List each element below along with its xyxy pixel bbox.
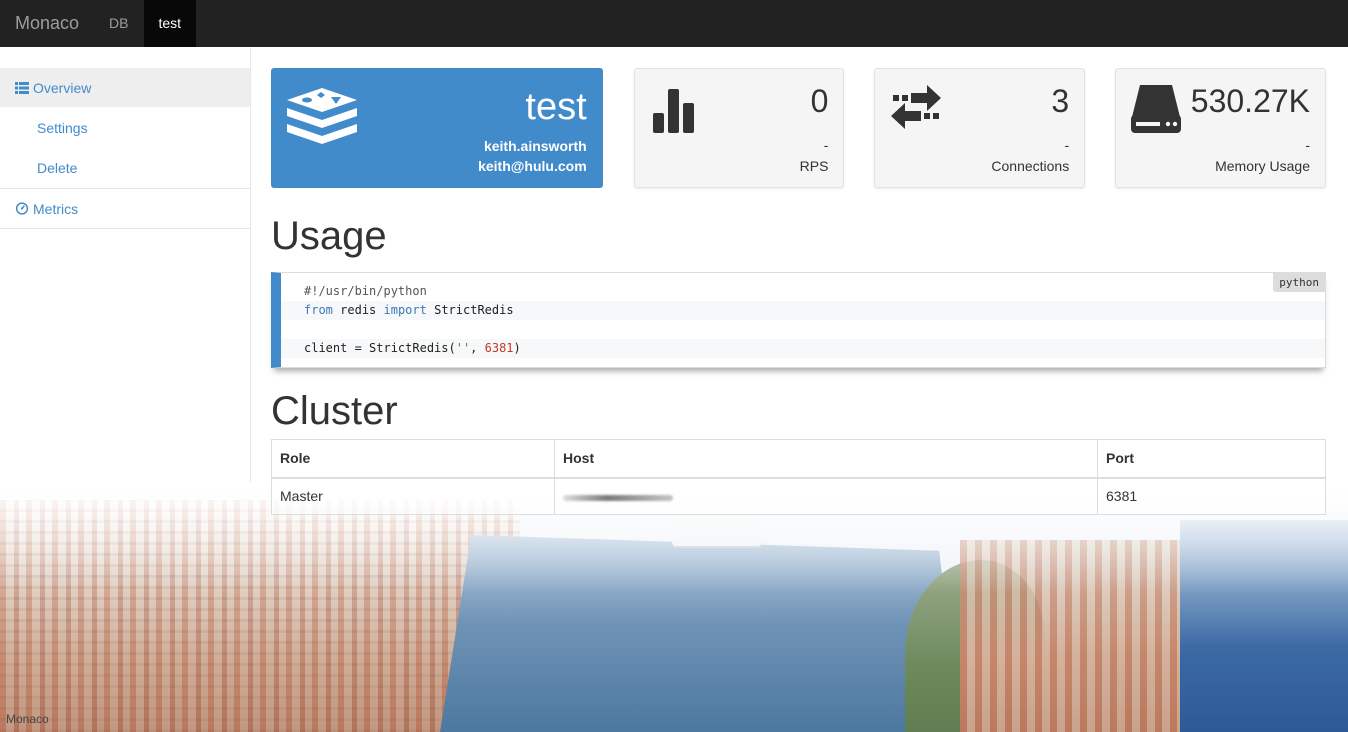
memory-value: 530.27K: [1190, 83, 1310, 119]
nav-item-db[interactable]: DB: [94, 0, 143, 47]
code-block: python #!/usr/bin/python from redis impo…: [271, 272, 1326, 368]
connections-card: 3 - Connections: [874, 68, 1086, 188]
monaco-background-image: [0, 480, 1348, 732]
connections-label: Connections: [991, 158, 1070, 174]
sidebar-item-overview[interactable]: Overview: [0, 68, 250, 108]
bar-chart-icon: [652, 89, 694, 133]
cluster-table: Role Host Port Master 6381: [271, 439, 1326, 515]
code-line: from redis import StrictRedis: [281, 301, 1325, 320]
sidebar-divider: [250, 47, 251, 482]
brand-link[interactable]: Monaco: [0, 0, 94, 47]
column-header-role: Role: [271, 439, 555, 479]
column-header-port: Port: [1097, 439, 1326, 479]
table-row: Master 6381: [271, 477, 1326, 515]
redis-logo-icon: [287, 88, 357, 144]
exchange-icon: [891, 85, 942, 129]
rps-card: 0 - RPS: [633, 68, 845, 188]
usage-heading: Usage: [271, 214, 387, 258]
main-content: test keith.ainsworth keith@hulu.com 0 - …: [271, 68, 1326, 515]
db-owner: keith.ainsworth: [483, 138, 587, 154]
cell-port: 6381: [1097, 477, 1326, 515]
rps-label: RPS: [799, 158, 829, 174]
dashboard-icon: [15, 202, 29, 215]
top-navbar: Monaco DB test: [0, 0, 1348, 47]
connections-value: 3: [1051, 83, 1070, 119]
redacted-host: [563, 494, 673, 501]
cell-role: Master: [271, 477, 555, 515]
sidebar-item-label: Metrics: [33, 201, 79, 217]
code-line: #!/usr/bin/python: [304, 284, 427, 298]
db-name: test: [525, 86, 587, 128]
memory-card: 530.27K - Memory Usage: [1115, 68, 1326, 188]
memory-label: Memory Usage: [1215, 158, 1310, 174]
memory-sub: -: [1305, 137, 1310, 153]
hdd-icon: [1131, 85, 1182, 133]
stat-cards: test keith.ainsworth keith@hulu.com 0 - …: [271, 68, 1326, 188]
sidebar-item-delete[interactable]: Delete: [0, 148, 250, 188]
sidebar: Overview Settings Delete Metrics: [0, 68, 250, 229]
background-caption: Monaco: [6, 712, 49, 726]
column-header-host: Host: [554, 439, 1098, 479]
sidebar-item-metrics[interactable]: Metrics: [0, 188, 250, 229]
sidebar-item-settings[interactable]: Settings: [0, 108, 250, 148]
sidebar-item-label: Overview: [33, 80, 92, 96]
db-email: keith@hulu.com: [478, 158, 587, 174]
db-card: test keith.ainsworth keith@hulu.com: [271, 68, 603, 188]
connections-sub: -: [1064, 137, 1070, 153]
nav-item-test[interactable]: test: [143, 0, 197, 47]
list-icon: [15, 82, 29, 94]
rps-value: 0: [810, 83, 829, 119]
code-line: client = StrictRedis('', 6381): [281, 339, 1325, 358]
cluster-heading: Cluster: [271, 389, 398, 433]
cell-host: [554, 477, 1098, 515]
rps-sub: -: [823, 137, 829, 153]
